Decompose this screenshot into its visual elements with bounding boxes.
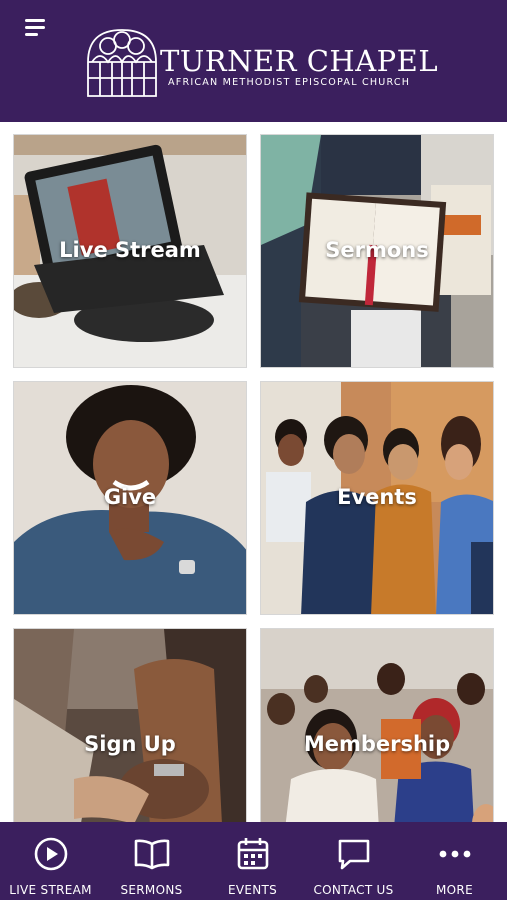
tab-live-stream-label: LIVE STREAM — [9, 883, 92, 897]
tab-sermons-label: SERMONS — [120, 883, 183, 897]
more-dots-icon — [439, 850, 470, 858]
church-logo[interactable]: TURNER CHAPEL AFRICAN METHODIST EPISCOPA… — [86, 28, 438, 98]
tab-sermons[interactable]: SERMONS — [101, 822, 202, 900]
events-label: Events — [337, 485, 417, 509]
holding-hands-photo — [14, 629, 246, 822]
tab-contact-us[interactable]: CONTACT US — [303, 822, 404, 900]
events-tile[interactable]: Events — [260, 381, 494, 615]
live-stream-tile[interactable]: Live Stream — [13, 134, 247, 368]
church-subtitle: AFRICAN METHODIST EPISCOPAL CHURCH — [168, 77, 411, 88]
bottom-tab-bar: LIVE STREAM SERMONS EVENTS CONTACT US MO… — [0, 822, 507, 900]
tab-more[interactable]: MORE — [404, 822, 505, 900]
book-open-icon — [134, 839, 169, 870]
live-stream-label: Live Stream — [59, 238, 201, 262]
calendar-icon — [237, 838, 268, 870]
chapel-window-icon — [87, 29, 157, 97]
chat-bubble-icon — [338, 839, 369, 870]
tab-events[interactable]: EVENTS — [202, 822, 303, 900]
membership-label: Membership — [303, 732, 451, 756]
give-tile[interactable]: Give — [13, 381, 247, 615]
sign-up-label: Sign Up — [84, 732, 176, 756]
hamburger-menu-icon[interactable] — [22, 16, 48, 42]
tab-events-label: EVENTS — [227, 883, 278, 897]
play-circle-icon — [34, 837, 67, 871]
tab-contact-us-label: CONTACT US — [313, 883, 394, 897]
app-header: TURNER CHAPEL AFRICAN METHODIST EPISCOPA… — [0, 0, 507, 122]
membership-tile[interactable]: Membership — [260, 628, 494, 822]
sign-up-tile[interactable]: Sign Up — [13, 628, 247, 822]
give-label: Give — [103, 485, 157, 509]
tab-live-stream[interactable]: LIVE STREAM — [0, 822, 101, 900]
church-name: TURNER CHAPEL — [160, 44, 439, 78]
sermons-tile[interactable]: Sermons — [260, 134, 494, 368]
feature-grid: Live Stream Sermons Give Events Sign Up … — [0, 122, 507, 822]
congregation-photo — [261, 629, 493, 822]
sermons-label: Sermons — [325, 238, 429, 262]
tab-more-label: MORE — [436, 883, 473, 897]
